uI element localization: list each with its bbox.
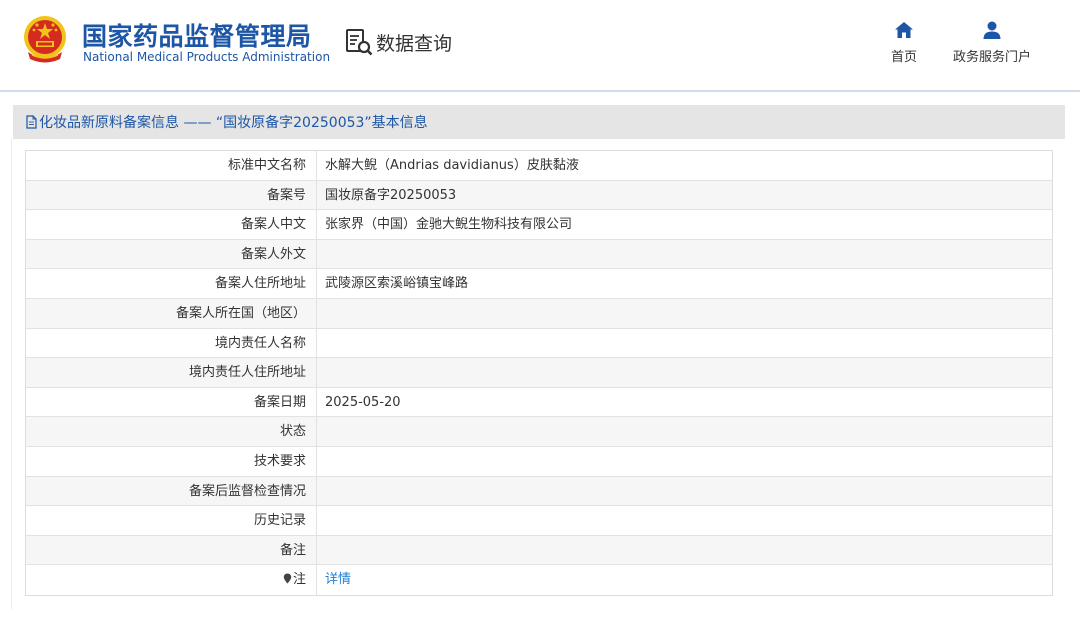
nav-home-label: 首页	[890, 50, 917, 65]
table-row: 备案人所在国（地区）	[26, 298, 1052, 329]
row-value	[317, 447, 1052, 476]
row-label: 状态	[26, 417, 317, 446]
table-row: 备案人住所地址 武陵源区索溪峪镇宝峰路	[26, 269, 1052, 299]
table-row: 注 详情	[26, 565, 1052, 596]
row-label: 境内责任人名称	[26, 328, 317, 358]
national-emblem-icon	[24, 16, 66, 63]
table-row: 备案人中文 张家界（中国）金驰大鲵生物科技有限公司	[26, 210, 1052, 240]
table-row: 历史记录	[26, 506, 1052, 536]
table-row: 技术要求	[26, 446, 1052, 477]
row-value	[317, 358, 1052, 387]
row-value	[317, 240, 1052, 269]
row-label: 备案人所在国（地区）	[26, 298, 317, 328]
section-title: 化妆品新原料备案信息 —— “国妆原备字20250053”基本信息	[39, 115, 428, 131]
user-icon	[983, 21, 1001, 39]
row-label: 备案号	[26, 180, 317, 210]
table-row: 备案号 国妆原备字20250053	[26, 180, 1052, 211]
row-label: 注	[26, 565, 317, 596]
note-label: 注	[292, 572, 306, 588]
document-search-icon	[346, 29, 373, 56]
row-value	[317, 417, 1052, 446]
row-value: 国妆原备字20250053	[325, 187, 457, 203]
row-label: 备案人外文	[26, 239, 317, 269]
home-icon	[895, 22, 913, 38]
row-value: 武陵源区索溪峪镇宝峰路	[325, 276, 469, 292]
data-query-label: 数据查询	[376, 32, 453, 55]
table-row: 备注	[26, 535, 1052, 566]
nav-home-button[interactable]: 首页	[888, 20, 920, 65]
row-value: 2025-05-20	[325, 394, 401, 410]
table-row: 备案人外文	[26, 239, 1052, 270]
row-value: 张家界（中国）金驰大鲵生物科技有限公司	[325, 217, 573, 233]
info-table: 标准中文名称 水解大鲵（Andrias davidianus）皮肤黏液 备案号 …	[25, 150, 1053, 597]
row-label: 历史记录	[26, 506, 317, 535]
data-query-link[interactable]: 数据查询	[344, 26, 452, 58]
nav-portal-label: 政务服务门户	[952, 50, 1031, 65]
row-label: 标准中文名称	[26, 151, 317, 180]
section-header: 化妆品新原料备案信息 —— “国妆原备字20250053”基本信息	[13, 105, 1065, 139]
row-label: 备案后监督检查情况	[26, 476, 317, 506]
row-label: 备注	[26, 535, 317, 565]
table-row: 标准中文名称 水解大鲵（Andrias davidianus）皮肤黏液	[26, 151, 1052, 181]
row-value	[317, 506, 1052, 535]
details-link[interactable]: 详情	[325, 572, 351, 587]
row-label: 备案日期	[26, 387, 317, 417]
table-row: 备案后监督检查情况	[26, 476, 1052, 507]
row-value	[317, 329, 1052, 358]
table-row: 境内责任人住所地址	[26, 358, 1052, 388]
row-value: 详情	[317, 565, 1052, 595]
row-value: 水解大鲵（Andrias davidianus）皮肤黏液	[325, 158, 579, 173]
row-label: 备案人中文	[26, 210, 317, 239]
row-label: 备案人住所地址	[26, 269, 317, 298]
site-header: 国家药品监督管理局 National Medical Products Admi…	[0, 0, 1080, 90]
nav-portal-button[interactable]: 政务服务门户	[952, 20, 1032, 65]
document-icon	[26, 115, 37, 129]
content-border	[11, 139, 12, 609]
site-title-cn: 国家药品监督管理局	[82, 22, 312, 51]
row-value	[317, 477, 1052, 506]
table-row: 状态	[26, 417, 1052, 447]
row-label: 技术要求	[26, 446, 317, 476]
row-value	[317, 299, 1052, 328]
row-value	[317, 536, 1052, 565]
location-pin-icon	[283, 573, 292, 584]
site-title-en: National Medical Products Administration	[83, 50, 331, 64]
table-row: 境内责任人名称	[26, 328, 1052, 359]
table-row: 备案日期 2025-05-20	[26, 387, 1052, 418]
header-divider	[0, 90, 1080, 92]
row-label: 境内责任人住所地址	[26, 358, 317, 387]
